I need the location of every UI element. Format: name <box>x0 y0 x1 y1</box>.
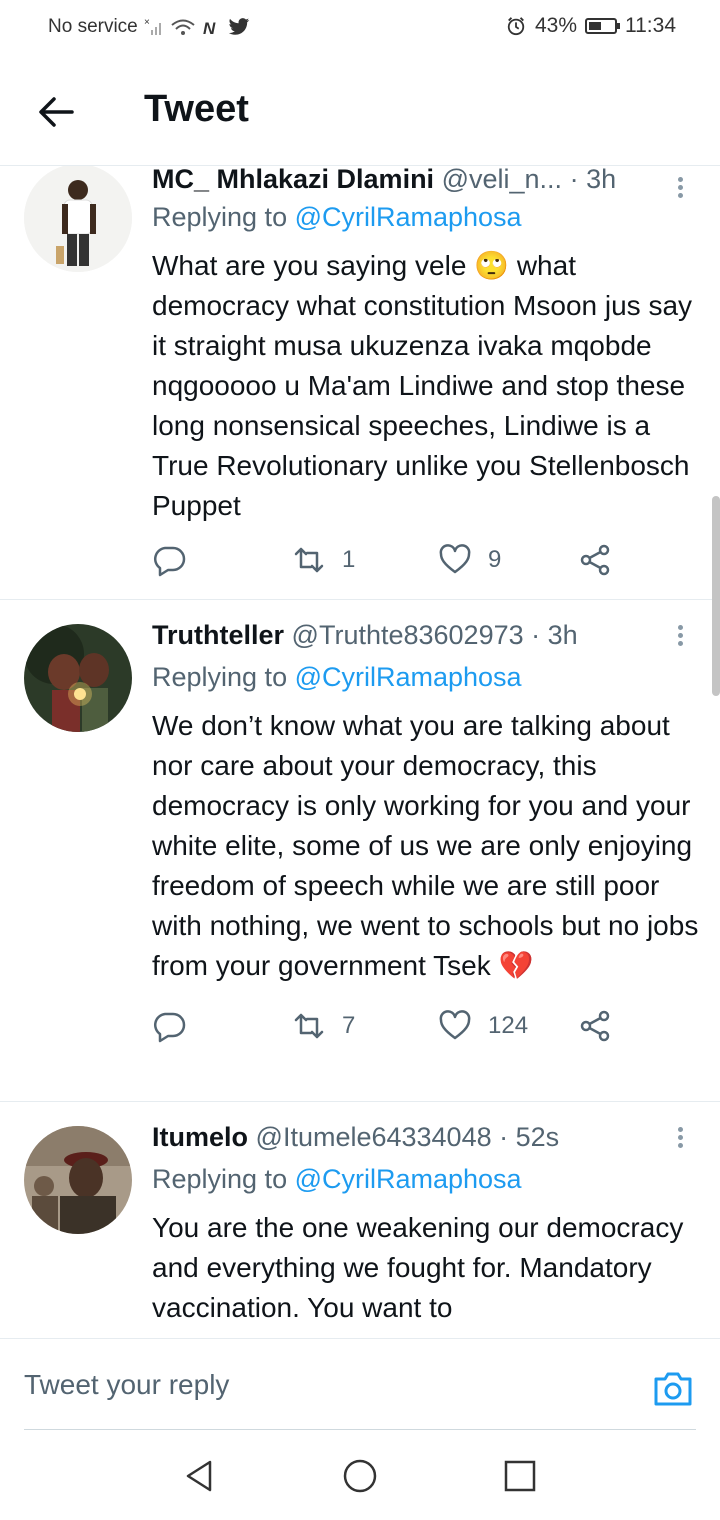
reply-icon <box>153 546 186 577</box>
tweet[interactable]: Truthteller @Truthte83602973 · 3h Replyi… <box>0 600 720 1102</box>
display-name[interactable]: MC_ Mhlakazi Dlamini <box>152 166 434 194</box>
tweet-time: · 3h <box>531 620 578 650</box>
tweet-header: MC_ Mhlakazi Dlamini @veli_n... · 3h <box>152 166 700 195</box>
heart-icon <box>439 544 471 574</box>
battery-percent: 43% <box>534 14 577 37</box>
more-options-icon[interactable] <box>674 622 686 652</box>
nav-recents-icon[interactable] <box>502 1458 538 1494</box>
face-with-rolling-eyes-emoji: 🙄 <box>474 250 510 281</box>
more-options-icon[interactable] <box>674 1124 686 1154</box>
broken-heart-emoji: 💔 <box>498 950 534 981</box>
reply-button[interactable] <box>152 1006 186 1046</box>
share-button[interactable] <box>578 1006 612 1046</box>
retweet-button[interactable]: 7 <box>292 1006 355 1046</box>
page-title: Tweet <box>144 88 249 130</box>
tweet-time: · 52s <box>499 1122 560 1152</box>
tweet-reply-input[interactable] <box>24 1363 584 1407</box>
mention-link[interactable]: @CyrilRamaphosa <box>295 202 522 232</box>
alarm-icon <box>507 17 525 36</box>
nav-home-icon[interactable] <box>342 1458 378 1494</box>
tweet-text: We don’t know what you are talking about… <box>152 706 707 986</box>
avatar-image <box>24 166 132 272</box>
scrollbar[interactable] <box>712 496 720 696</box>
tweet-text: You are the one weakening our democracy … <box>152 1212 684 1323</box>
user-handle[interactable]: @veli_n... <box>442 166 562 194</box>
retweet-icon <box>294 547 324 573</box>
battery-icon <box>585 18 620 34</box>
avatar[interactable] <box>24 1126 132 1234</box>
share-icon <box>580 1010 610 1042</box>
share-button[interactable] <box>578 540 612 580</box>
reply-icon <box>153 1012 186 1043</box>
svg-text:×: × <box>144 17 150 28</box>
avatar-image <box>24 624 132 732</box>
tweet-text-part: We don’t know what you are talking about… <box>152 710 699 981</box>
carrier-text: No service <box>48 16 138 37</box>
tweet-actions: 7 124 <box>152 1006 632 1046</box>
display-name[interactable]: Truthteller <box>152 620 284 650</box>
tweet-header: Itumelo @Itumele64334048 · 52s <box>152 1122 700 1153</box>
reply-button[interactable] <box>152 540 186 580</box>
user-handle[interactable]: @Truthte83602973 <box>292 620 524 650</box>
replies-feed[interactable]: MC_ Mhlakazi Dlamini @veli_n... · 3h Rep… <box>0 166 720 1338</box>
avatar-image <box>24 1126 132 1234</box>
clock-time: 11:34 <box>625 14 676 37</box>
replying-to: Replying to @CyrilRamaphosa <box>152 1164 522 1195</box>
replying-to: Replying to @CyrilRamaphosa <box>152 202 522 233</box>
retweet-count: 1 <box>342 546 356 573</box>
display-name[interactable]: Itumelo <box>152 1122 248 1152</box>
tweet-text: What are you saying vele 🙄 what democrac… <box>152 246 707 526</box>
tweet-actions: 1 9 <box>152 540 632 580</box>
nav-back-icon[interactable] <box>182 1458 218 1494</box>
status-bar: No service × N 43% 11:34 <box>0 0 720 56</box>
system-nav-bar <box>0 1430 720 1520</box>
status-right: 43% 11:34 <box>505 14 676 38</box>
heart-icon <box>439 1010 471 1040</box>
like-count: 9 <box>488 546 502 573</box>
tweet[interactable]: Itumelo @Itumele64334048 · 52s Replying … <box>0 1102 720 1338</box>
avatar[interactable] <box>24 166 132 272</box>
replying-to: Replying to @CyrilRamaphosa <box>152 662 522 693</box>
retweet-button[interactable]: 1 <box>292 540 355 580</box>
retweet-icon <box>294 1013 324 1039</box>
more-options-icon[interactable] <box>674 174 686 204</box>
replying-to-prefix: Replying to <box>152 662 295 692</box>
share-icon <box>580 544 610 576</box>
replying-to-prefix: Replying to <box>152 202 295 232</box>
retweet-count: 7 <box>342 1012 356 1039</box>
back-arrow-icon[interactable] <box>34 90 78 134</box>
avatar[interactable] <box>24 624 132 732</box>
tweet-text-part: What are you saying vele <box>152 250 475 281</box>
status-left: No service × N <box>48 16 250 38</box>
wifi-icon <box>171 19 195 35</box>
tweet-time: · 3h <box>569 166 617 194</box>
twitter-icon <box>228 18 250 35</box>
mention-link[interactable]: @CyrilRamaphosa <box>295 662 522 692</box>
reply-composer <box>0 1338 720 1430</box>
tweet-text-part: what democracy what constitution Msoon j… <box>152 250 693 521</box>
like-count: 124 <box>488 1012 529 1039</box>
replying-to-prefix: Replying to <box>152 1164 295 1194</box>
user-handle[interactable]: @Itumele64334048 <box>256 1122 492 1152</box>
mention-link[interactable]: @CyrilRamaphosa <box>295 1164 522 1194</box>
nfc-icon: N <box>203 19 216 37</box>
screen: No service × N 43% 11:34 Tweet MC_ Mhlak… <box>0 0 720 1520</box>
like-button[interactable]: 9 <box>438 540 501 580</box>
like-button[interactable]: 124 <box>438 1006 528 1046</box>
camera-icon[interactable] <box>652 1369 694 1409</box>
app-header: Tweet <box>0 56 720 166</box>
no-signal-icon: × <box>144 17 161 35</box>
svg-text:N: N <box>203 19 216 37</box>
tweet-header: Truthteller @Truthte83602973 · 3h <box>152 620 700 651</box>
tweet[interactable]: MC_ Mhlakazi Dlamini @veli_n... · 3h Rep… <box>0 166 720 600</box>
